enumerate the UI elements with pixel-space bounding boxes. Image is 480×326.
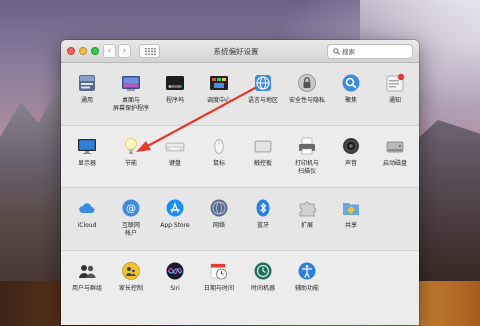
titlebar: ‹ › 系统偏好设置 [61, 40, 419, 63]
sound-icon [341, 136, 361, 156]
network-icon [209, 198, 229, 218]
general-icon [77, 73, 97, 93]
parental-controls-icon [121, 261, 141, 281]
back-button[interactable]: ‹ [103, 44, 116, 58]
wallpaper-mountain-right [410, 120, 480, 290]
pref-parental-controls[interactable]: 家长控制 [111, 259, 151, 311]
time-machine-icon [253, 261, 273, 281]
pref-internet-accounts[interactable]: @ 互联网 帐户 [111, 196, 151, 248]
language-region-icon [253, 73, 273, 93]
pref-siri[interactable]: Siri [155, 259, 195, 311]
pref-sharing[interactable]: 共享 [331, 196, 371, 248]
pref-dock[interactable]: 程序坞 [155, 71, 195, 123]
date-time-icon [209, 261, 229, 281]
pref-users-groups[interactable]: 用户与群组 [67, 259, 107, 311]
pref-mouse[interactable]: 鼠标 [199, 134, 239, 186]
pref-icloud[interactable]: iCloud [67, 196, 107, 248]
prefs-row-internet: iCloud @ 互联网 帐户 App Store 网络 蓝牙 扩展 共享 [61, 188, 419, 251]
show-all-button[interactable] [139, 44, 160, 58]
dock-icon [165, 73, 185, 93]
internet-accounts-icon: @ [121, 198, 141, 218]
pref-keyboard[interactable]: 键盘 [155, 134, 195, 186]
pref-date-time[interactable]: 日期与时间 [199, 259, 239, 311]
icloud-icon [77, 198, 97, 218]
pref-label: 共享 [344, 222, 357, 229]
users-groups-icon [77, 261, 97, 281]
grid-icon [145, 48, 156, 55]
prefs-row-personal: 通用 桌面与 屏幕保护程序 程序坞 调度中心 语言与地区 安全性与隐私 聚焦 通… [61, 63, 419, 126]
pref-accessibility[interactable]: 辅助功能 [287, 259, 327, 311]
app-store-icon [165, 198, 185, 218]
pref-time-machine[interactable]: 时间机器 [243, 259, 283, 311]
pref-notifications[interactable]: 通知 [375, 71, 415, 123]
accessibility-icon [297, 261, 317, 281]
bluetooth-icon [253, 198, 273, 218]
sharing-icon [341, 198, 361, 218]
notifications-icon [385, 73, 405, 93]
pref-mission-control[interactable]: 调度中心 [199, 71, 239, 123]
pref-printers-scanners[interactable]: 打印机与 扫描仪 [287, 134, 327, 186]
trackpad-icon [253, 136, 273, 156]
pref-label: 辅助功能 [294, 285, 319, 292]
pref-spotlight[interactable]: 聚焦 [331, 71, 371, 123]
pref-displays[interactable]: 显示器 [67, 134, 107, 186]
pref-network[interactable]: 网络 [199, 196, 239, 248]
pref-desktop-screensaver[interactable]: 桌面与 屏幕保护程序 [111, 71, 151, 123]
pref-label: 启动磁盘 [382, 160, 407, 167]
siri-icon [165, 261, 185, 281]
startup-disk-icon [385, 136, 405, 156]
pref-security-privacy[interactable]: 安全性与隐私 [287, 71, 327, 123]
pref-app-store[interactable]: App Store [155, 196, 195, 248]
displays-icon [77, 136, 97, 156]
pref-sound[interactable]: 声音 [331, 134, 371, 186]
pref-language-region[interactable]: 语言与地区 [243, 71, 283, 123]
pref-label: 通知 [388, 97, 401, 104]
mouse-icon [209, 136, 229, 156]
pref-trackpad[interactable]: 触控板 [243, 134, 283, 186]
pref-bluetooth[interactable]: 蓝牙 [243, 196, 283, 248]
forward-button[interactable]: › [118, 44, 131, 58]
search-icon [333, 48, 340, 55]
prefs-row-hardware: 显示器 节能 键盘 鼠标 触控板 打印机与 扫描仪 声音 启动磁盘 [61, 126, 419, 188]
desktop-icon [121, 73, 141, 93]
extensions-icon [297, 198, 317, 218]
security-icon [297, 73, 317, 93]
energy-saver-icon [121, 136, 141, 156]
mission-control-icon [209, 73, 229, 93]
pref-startup-disk[interactable]: 启动磁盘 [375, 134, 415, 186]
system-preferences-window: ‹ › 系统偏好设置 通用 [61, 40, 419, 325]
spotlight-icon [341, 73, 361, 93]
search-field[interactable] [327, 44, 413, 59]
minimize-button[interactable] [79, 47, 87, 55]
close-button[interactable] [67, 47, 75, 55]
search-input[interactable] [342, 46, 410, 57]
pref-extensions[interactable]: 扩展 [287, 196, 327, 248]
maximize-button[interactable] [91, 47, 99, 55]
svg-text:@: @ [126, 204, 136, 215]
pref-general[interactable]: 通用 [67, 71, 107, 123]
keyboard-icon [165, 136, 185, 156]
window-title: 系统偏好设置 [213, 47, 259, 56]
printer-icon [297, 136, 317, 156]
pref-energy-saver[interactable]: 节能 [111, 134, 151, 186]
prefs-row-system: 用户与群组 家长控制 Siri 日期与时间 时间机器 辅助功能 [61, 251, 419, 325]
